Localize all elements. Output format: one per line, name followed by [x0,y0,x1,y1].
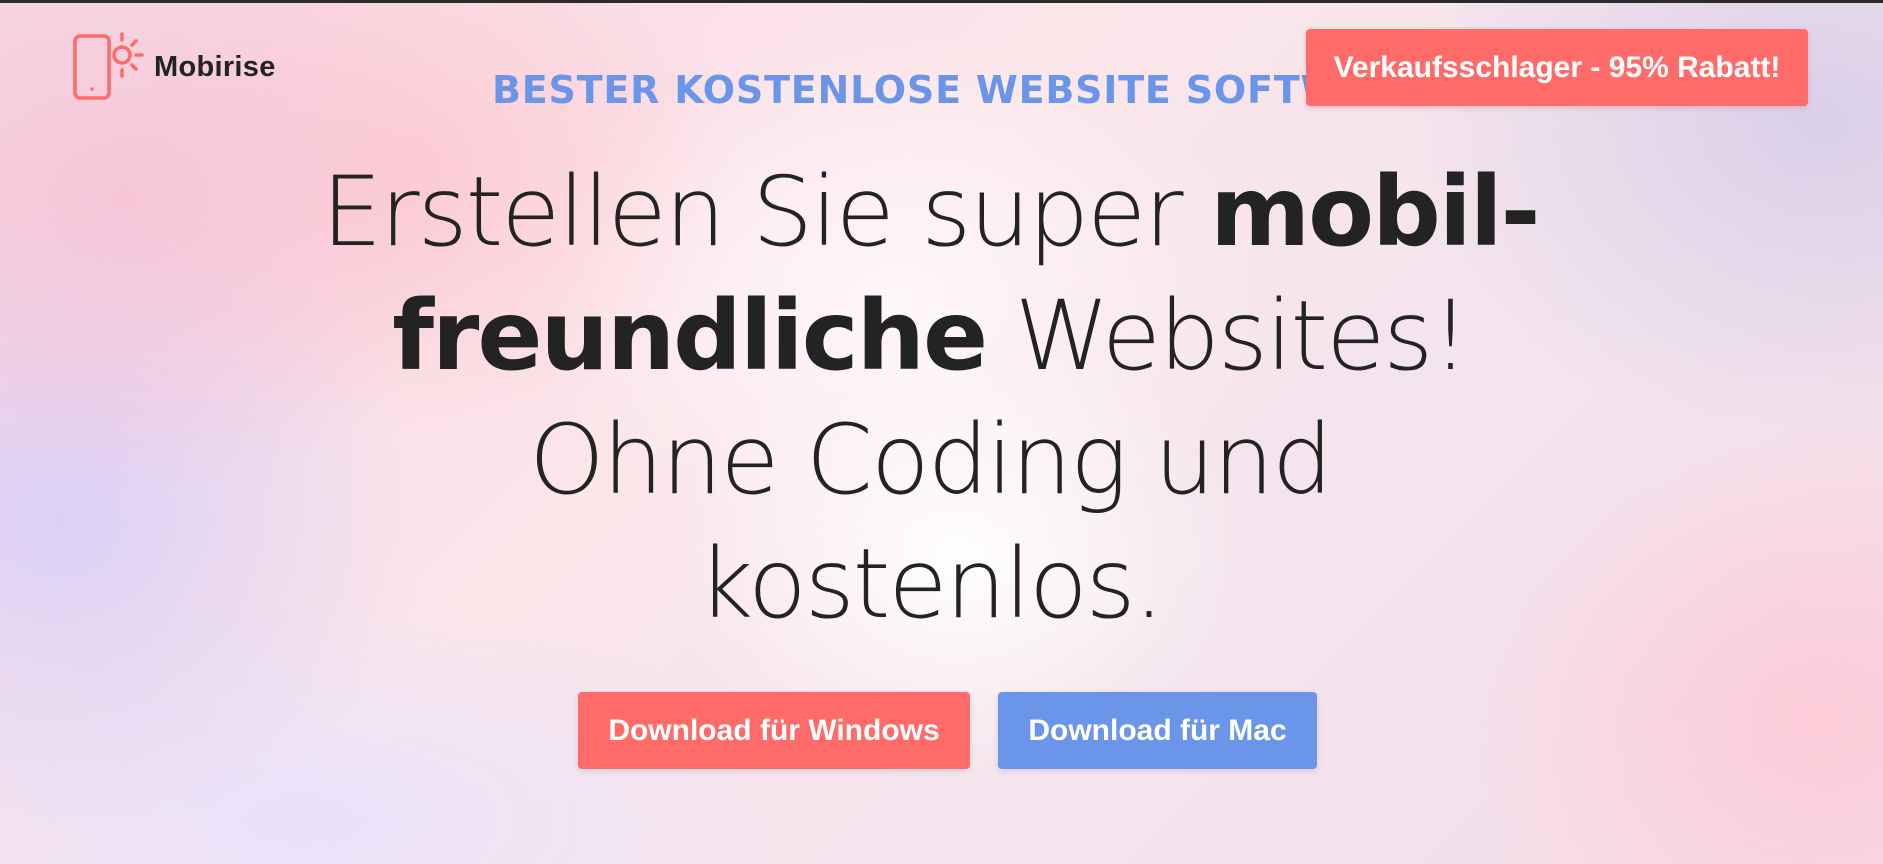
brand-logo[interactable]: Mobirise [72,32,276,102]
promo-discount-button[interactable]: Verkaufsschlager - 95% Rabatt! [1306,29,1808,106]
brand-name: Mobirise [154,50,276,83]
hero-section: Mobirise BESTER KOSTENLOSE WEBSITE SOFTW… [0,0,1883,864]
headline-line-1-regular: Erstellen Sie super [321,156,1211,268]
headline-line-1: Erstellen Sie super mobil- [280,150,1580,274]
headline-line-2-regular: Websites! [986,280,1470,392]
eyebrow-tagline: BESTER KOSTENLOSE WEBSITE SOFTW [492,68,1312,112]
headline-line-4: kostenlos. [697,528,1164,640]
headline-line-3: Ohne Coding und [529,404,1333,516]
download-buttons: Download für Windows Download für Mac [578,692,1317,769]
headline-line-2-bold: freundliche [392,280,988,392]
window-top-border [0,0,1883,3]
headline-line-2: freundliche Websites! [280,274,1580,398]
phone-sun-icon [73,32,144,100]
hero-headline: Erstellen Sie super mobil- freundliche W… [280,150,1580,646]
download-windows-button[interactable]: Download für Windows [578,692,970,769]
headline-line-1-bold: mobil- [1210,156,1540,268]
download-mac-button[interactable]: Download für Mac [998,692,1317,769]
